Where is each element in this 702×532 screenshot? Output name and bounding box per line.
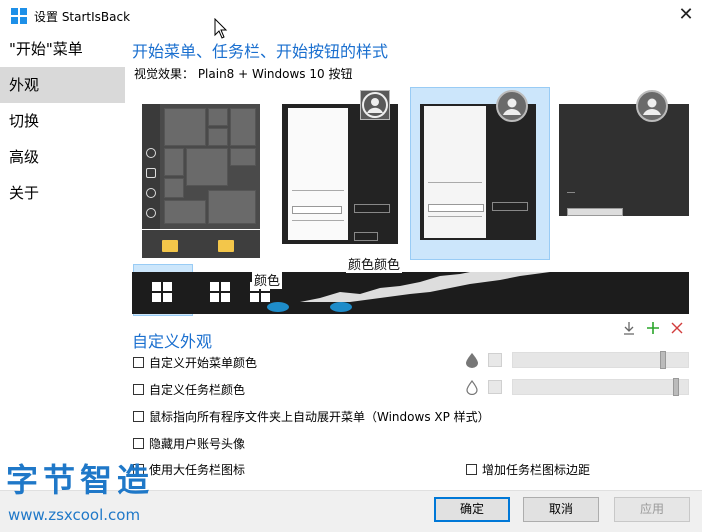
sidebar-item-start-menu[interactable]: "开始"菜单	[0, 31, 125, 67]
checkbox-taskbar-icon-padding[interactable]: 增加任务栏图标边距	[466, 461, 590, 478]
close-button[interactable]: ✕	[672, 4, 700, 26]
user-avatar-icon	[360, 90, 390, 120]
title-bar: 设置 StartIsBack ✕	[0, 0, 702, 31]
checkbox-custom-start-menu-color[interactable]: 自定义开始菜单颜色	[133, 354, 257, 371]
ok-button[interactable]: 确定	[434, 497, 510, 522]
checkbox-hide-user-avatar[interactable]: 隐藏用户账号头像	[133, 435, 245, 452]
window-title: 设置 StartIsBack	[34, 10, 131, 24]
app-icon	[11, 8, 27, 24]
windows-logo-icon	[210, 282, 230, 302]
start-menu-color-swatch[interactable]	[488, 353, 502, 367]
opacity-drop-filled-icon	[466, 353, 478, 368]
windows-logo-icon	[152, 282, 172, 302]
apply-button[interactable]: 应用	[614, 497, 690, 522]
overlay-label: 颜色	[252, 270, 283, 289]
user-avatar-icon	[636, 90, 668, 122]
cancel-button[interactable]: 取消	[523, 497, 599, 522]
taskbar-opacity-slider[interactable]	[512, 378, 689, 396]
sidebar-item-about[interactable]: 关于	[0, 175, 125, 211]
styles-section-title: 开始菜单、任务栏、开始按钮的样式	[132, 42, 389, 61]
user-avatar-icon	[496, 90, 528, 122]
checkbox-custom-taskbar-color[interactable]: 自定义任务栏颜色	[133, 381, 245, 398]
style-option-win10[interactable]	[138, 90, 264, 258]
visual-effect-label: 视觉效果： Plain8 + Windows 10 按钮	[134, 67, 353, 81]
menu-preview	[142, 104, 260, 229]
folder-icon	[218, 240, 234, 252]
checkbox-auto-expand-menus[interactable]: 鼠标指向所有程序文件夹上自动展开菜单（Windows XP 样式）	[133, 408, 490, 425]
watermark-title: 字节智造	[6, 461, 155, 499]
sidebar-item-appearance[interactable]: 外观	[0, 67, 125, 103]
opacity-drop-outline-icon	[466, 380, 478, 395]
watermark-url: www.zsxcool.com	[8, 506, 141, 524]
sidebar-item-switch[interactable]: 切换	[0, 103, 125, 139]
taskbar-color-swatch[interactable]	[488, 380, 502, 394]
customize-section-title: 自定义外观	[132, 332, 213, 351]
mouse-cursor-icon	[214, 18, 228, 39]
start-menu-opacity-slider[interactable]	[512, 351, 689, 369]
style-option-classic[interactable]	[280, 90, 398, 250]
sidebar-item-advanced[interactable]: 高级	[0, 139, 125, 175]
style-option-metro[interactable]	[558, 90, 690, 250]
folder-icon	[162, 240, 178, 252]
style-option-plain8[interactable]	[414, 90, 544, 250]
remove-icon[interactable]	[671, 322, 683, 334]
add-icon[interactable]	[646, 321, 660, 335]
download-icon[interactable]	[622, 321, 636, 335]
sidebar: "开始"菜单 外观 切换 高级 关于	[0, 31, 125, 501]
torn-overlay	[300, 262, 550, 302]
